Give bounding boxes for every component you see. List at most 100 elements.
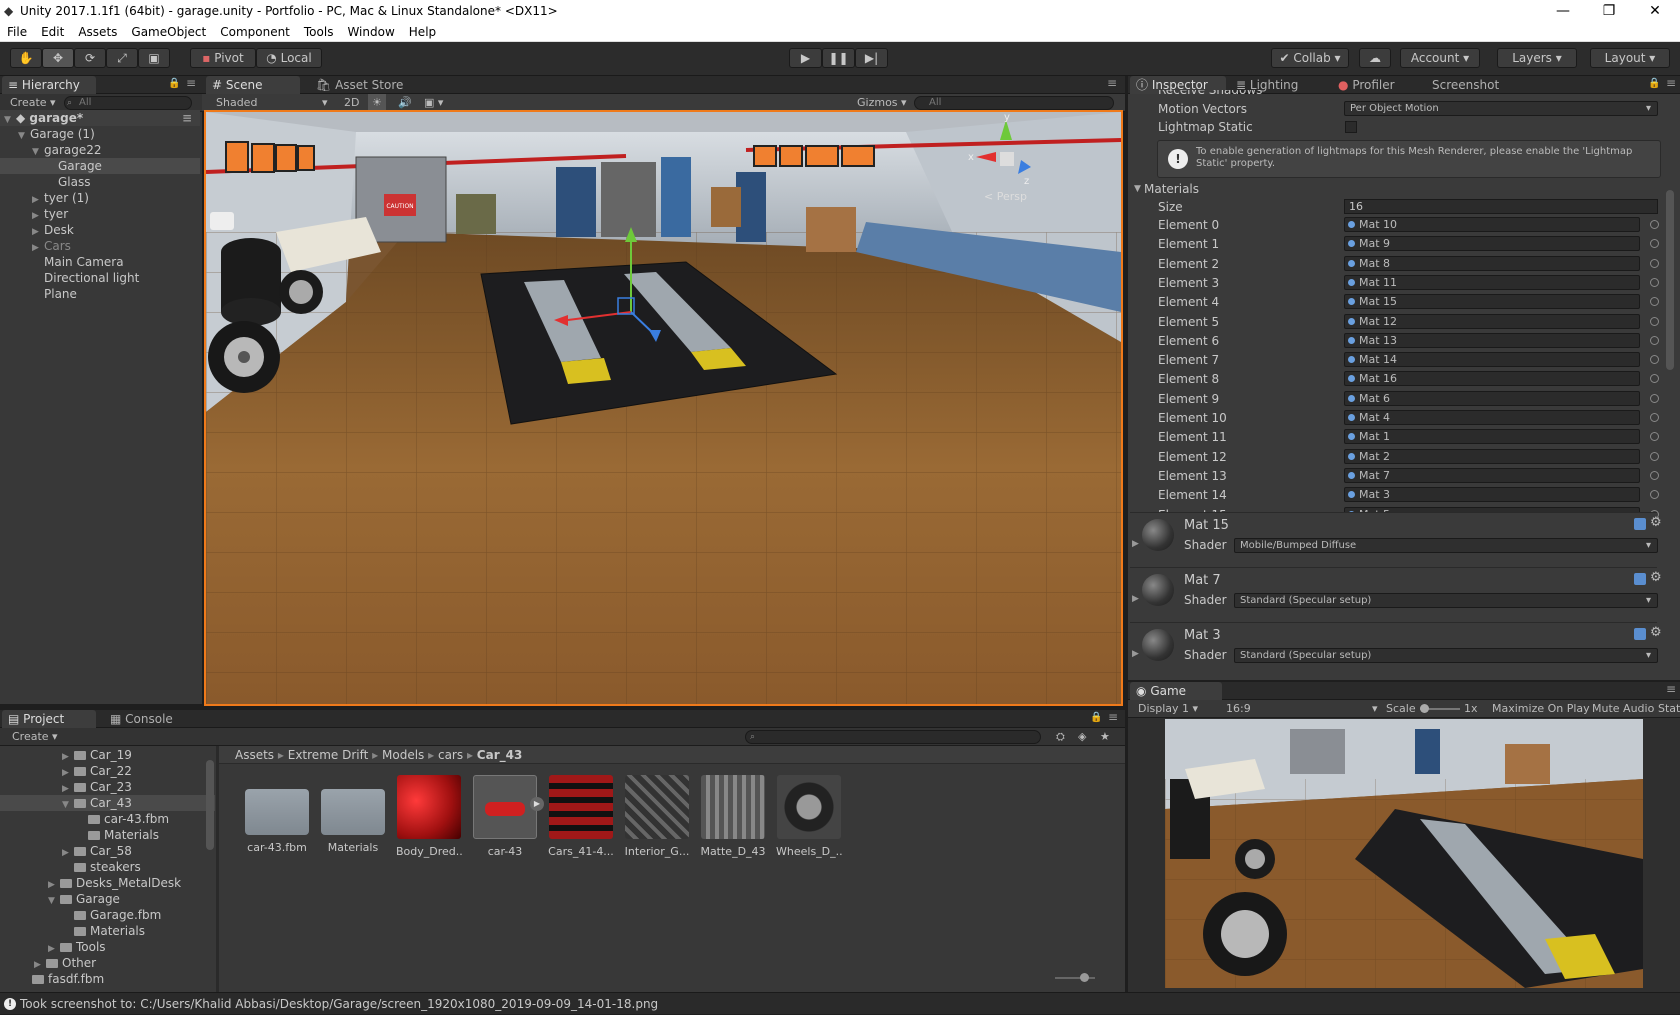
object-picker-icon[interactable] [1650, 258, 1659, 268]
project-divider[interactable] [216, 746, 219, 992]
project-folder-item[interactable]: ▶ Tools [0, 939, 215, 955]
project-folder-item[interactable]: ▶ Other [0, 955, 215, 971]
tab-asset-store[interactable]: 🛍 Asset Store [310, 76, 410, 94]
restore-button[interactable]: ❐ [1586, 0, 1632, 22]
menu-gameobject[interactable]: GameObject [124, 22, 213, 42]
favorite-star-icon[interactable]: ★ [1100, 728, 1110, 746]
layers-dropdown[interactable]: Layers ▾ [1497, 48, 1577, 68]
menu-edit[interactable]: Edit [34, 22, 71, 42]
scene-search-input[interactable]: All [914, 96, 1114, 110]
filter-type-icon[interactable]: ⛭ [1056, 728, 1065, 746]
scene-viewport[interactable]: CAUTION y x z < Persp [204, 110, 1123, 706]
asset-item[interactable]: car-43 [472, 775, 538, 875]
hierarchy-item[interactable]: Plane [0, 286, 200, 302]
hierarchy-item[interactable]: ▼ Garage (1) [0, 126, 200, 142]
layout-dropdown[interactable]: Layout ▾ [1590, 48, 1670, 68]
material-object-field[interactable]: Mat 14 [1344, 352, 1640, 368]
hierarchy-item[interactable]: ▶ tyer [0, 206, 200, 222]
breadcrumb-item[interactable]: cars [438, 748, 463, 762]
expand-model-icon[interactable]: ▶ [530, 797, 544, 811]
mute-audio-toggle[interactable]: Mute Audio [1592, 700, 1654, 718]
breadcrumb-item[interactable]: Assets [235, 748, 274, 762]
tab-project[interactable]: ▤ Project [2, 710, 96, 728]
project-menu-icon[interactable]: ≡ [1108, 710, 1118, 724]
menu-file[interactable]: File [0, 22, 34, 42]
project-lock-icon[interactable]: 🔒 [1090, 712, 1102, 723]
inspector-scrollbar[interactable] [1666, 190, 1674, 370]
asset-item[interactable]: car-43.fbm [244, 775, 310, 875]
step-button[interactable]: ▶| [855, 48, 888, 68]
project-folder-item[interactable]: ▶ Car_58 [0, 843, 215, 859]
aspect-dropdown[interactable]: 16:9 [1226, 700, 1251, 718]
cloud-button[interactable]: ☁ [1359, 48, 1391, 68]
rotate-tool-button[interactable]: ⟳ [74, 48, 106, 68]
status-message[interactable]: Took screenshot to: C:/Users/Khalid Abba… [20, 997, 658, 1011]
asset-item[interactable]: Body_Dred... [396, 775, 462, 875]
hierarchy-item[interactable]: ▶ tyer (1) [0, 190, 200, 206]
hierarchy-item[interactable]: Garage [0, 158, 200, 174]
scene-root-row[interactable]: ▼ ◆ garage* ≡ [0, 110, 200, 126]
scale-tool-button[interactable]: ⤢ [106, 48, 138, 68]
collab-dropdown[interactable]: ✔ Collab ▾ [1271, 48, 1349, 68]
minimize-button[interactable]: — [1540, 0, 1586, 22]
stats-toggle[interactable]: Stat [1658, 700, 1680, 718]
material-object-field[interactable]: Mat 11 [1344, 274, 1640, 290]
pause-button[interactable]: ❚❚ [822, 48, 855, 68]
material-object-field[interactable]: Mat 1 [1344, 429, 1640, 445]
project-folder-item[interactable]: fasdf.fbm [0, 971, 215, 987]
shader-dropdown[interactable]: Standard (Specular setup) ▾ [1234, 593, 1658, 608]
maximize-on-play-toggle[interactable]: Maximize On Play [1492, 700, 1590, 718]
tab-hierarchy[interactable]: ≡ Hierarchy [2, 76, 96, 94]
object-picker-icon[interactable] [1650, 393, 1659, 403]
rect-tool-button[interactable]: ▣ [138, 48, 170, 68]
project-folder-item[interactable]: ▶ Car_23 [0, 779, 215, 795]
size-field[interactable]: 16 [1344, 199, 1658, 214]
book-help-icon[interactable] [1634, 573, 1646, 585]
gear-icon[interactable]: ⚙ [1650, 625, 1662, 640]
shader-dropdown[interactable]: Mobile/Bumped Diffuse ▾ [1234, 538, 1658, 553]
scene-menu-icon[interactable]: ≡ [182, 110, 192, 126]
icon-size-slider-thumb[interactable] [1080, 973, 1089, 982]
project-folder-item[interactable]: Garage.fbm [0, 907, 215, 923]
materials-foldout[interactable]: ▼ Materials [1130, 180, 1657, 198]
material-object-field[interactable]: Mat 10 [1344, 217, 1640, 232]
foldout-arrow-icon[interactable]: ▶ [1132, 649, 1139, 659]
motion-vectors-dropdown[interactable]: Per Object Motion ▾ [1344, 101, 1658, 116]
panel-menu-icon[interactable]: ≡ [186, 76, 196, 90]
project-search-input[interactable] [745, 730, 1041, 744]
menu-help[interactable]: Help [402, 22, 443, 42]
hierarchy-item[interactable]: Main Camera [0, 254, 200, 270]
foldout-arrow-icon[interactable]: ▶ [1132, 539, 1139, 549]
project-folder-item[interactable]: ▶ Car_19 [0, 747, 215, 763]
hierarchy-item[interactable]: ▶ Cars [0, 238, 200, 254]
object-picker-icon[interactable] [1650, 316, 1659, 326]
hierarchy-item[interactable]: Glass [0, 174, 200, 190]
menu-tools[interactable]: Tools [297, 22, 341, 42]
project-folder-item[interactable]: car-43.fbm [0, 811, 215, 827]
material-object-field[interactable]: Mat 6 [1344, 390, 1640, 406]
menu-assets[interactable]: Assets [71, 22, 124, 42]
project-folder-item[interactable]: ▼ Garage [0, 891, 215, 907]
breadcrumb-item[interactable]: Extreme Drift [288, 748, 369, 762]
material-object-field[interactable]: Mat 9 [1344, 236, 1640, 252]
object-picker-icon[interactable] [1650, 451, 1659, 461]
project-folder-item[interactable]: steakers [0, 859, 215, 875]
icon-size-slider[interactable] [1055, 977, 1095, 979]
tab-console[interactable]: ▦ Console [104, 710, 194, 728]
gear-icon[interactable]: ⚙ [1650, 570, 1662, 585]
material-object-field[interactable]: Mat 8 [1344, 255, 1640, 271]
game-menu-icon[interactable]: ≡ [1666, 682, 1676, 696]
hierarchy-item[interactable]: Directional light [0, 270, 200, 286]
move-tool-button[interactable]: ✥ [42, 48, 74, 68]
object-picker-icon[interactable] [1650, 335, 1659, 345]
hierarchy-item[interactable]: ▶ Desk [0, 222, 200, 238]
project-folder-item[interactable]: ▶ Car_22 [0, 763, 215, 779]
object-picker-icon[interactable] [1650, 470, 1659, 480]
close-button[interactable]: ✕ [1632, 0, 1678, 22]
material-object-field[interactable]: Mat 15 [1344, 294, 1640, 310]
game-viewport[interactable] [1165, 719, 1643, 988]
project-folder-item[interactable]: ▶ Desks_MetalDesk [0, 875, 215, 891]
breadcrumb-current[interactable]: Car_43 [477, 748, 523, 762]
asset-item[interactable]: Interior_G... [624, 775, 690, 875]
object-picker-icon[interactable] [1650, 413, 1659, 422]
